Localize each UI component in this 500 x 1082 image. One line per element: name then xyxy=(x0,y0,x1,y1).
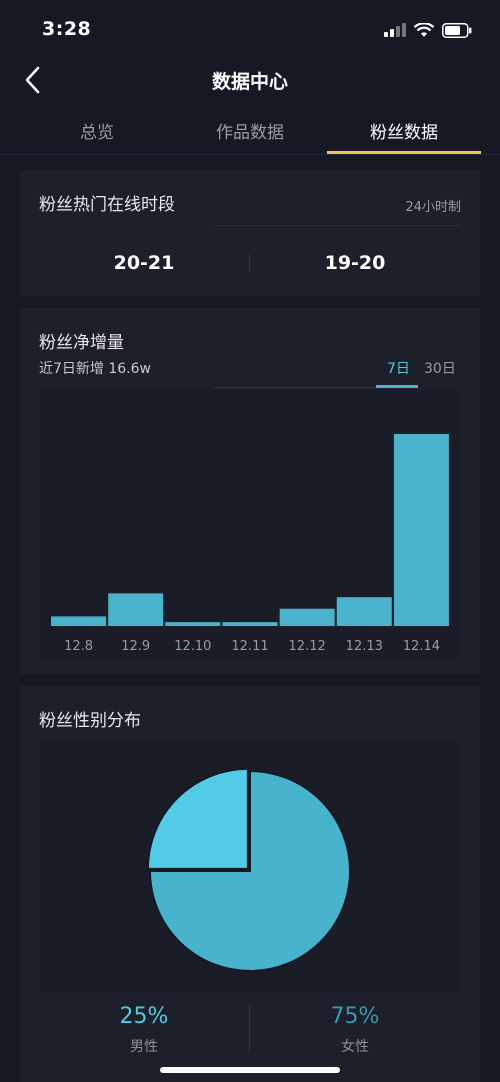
bar-12.11 xyxy=(222,622,278,626)
net-growth-card: 粉丝净增量 近7日新增 16.6w 7日 30日 12.8 12.9 12.10 12… xyxy=(20,308,480,674)
gender-card: 粉丝性别分布 25% 男性 75% 女性 xyxy=(20,686,480,1082)
pie-chart xyxy=(40,742,460,992)
status-time: 3:28 xyxy=(42,18,92,40)
status-icons xyxy=(384,20,472,40)
home-indicator xyxy=(160,1067,340,1073)
status-bar: 3:28 xyxy=(0,0,500,60)
bar-12.8 xyxy=(51,616,107,626)
x-tick-label: 12.10 xyxy=(174,639,211,654)
hour-format-hint: 24小时制 xyxy=(405,200,461,215)
divider xyxy=(214,225,460,226)
nav-bar: 数据中心 xyxy=(0,60,500,100)
male-label: 男性 xyxy=(130,1039,158,1055)
range-7-days[interactable]: 7日 xyxy=(387,358,410,378)
tab-overview[interactable]: 总览 xyxy=(14,118,180,143)
wifi-icon xyxy=(414,22,434,37)
divider xyxy=(249,254,250,272)
divider xyxy=(249,1004,250,1054)
net-growth-title: 粉丝净增量 xyxy=(39,333,124,353)
female-label: 女性 xyxy=(341,1039,369,1055)
tab-fans-data[interactable]: 粉丝数据 xyxy=(321,118,487,143)
x-tick-label: 12.11 xyxy=(231,639,268,654)
x-tick-label: 12.12 xyxy=(289,639,326,654)
bar-12.10 xyxy=(165,622,221,626)
online-slot-1: 20-21 xyxy=(113,252,175,274)
online-time-card: 粉丝热门在线时段 24小时制 20-21 19-20 xyxy=(20,170,480,296)
male-percent: 25% xyxy=(119,1004,169,1029)
bar-12.12 xyxy=(279,608,335,626)
online-time-title: 粉丝热门在线时段 xyxy=(39,195,175,215)
online-slot-2: 19-20 xyxy=(324,252,386,274)
tab-bar: 总览 作品数据 粉丝数据 xyxy=(0,112,500,155)
range-active-indicator xyxy=(376,385,418,388)
x-tick-label: 12.14 xyxy=(403,639,440,654)
page-title: 数据中心 xyxy=(211,71,288,93)
pie-slice-male xyxy=(146,767,249,870)
signal-icon xyxy=(384,23,406,37)
gender-title: 粉丝性别分布 xyxy=(39,711,141,731)
x-tick-label: 12.8 xyxy=(64,639,93,654)
bar-12.13 xyxy=(336,597,392,626)
battery-icon xyxy=(442,22,472,38)
x-tick-label: 12.13 xyxy=(346,639,383,654)
x-tick-label: 12.9 xyxy=(121,639,150,654)
bar-chart: 12.8 12.9 12.10 12.11 12.12 12.13 12.14 xyxy=(40,390,460,660)
female-percent: 75% xyxy=(330,1004,380,1029)
net-growth-subtitle: 近7日新增 16.6w xyxy=(39,361,151,377)
tab-active-indicator xyxy=(327,151,481,154)
range-30-days[interactable]: 30日 xyxy=(424,358,456,378)
bar-12.14 xyxy=(393,434,449,626)
bar-12.9 xyxy=(108,593,164,626)
tab-works-data[interactable]: 作品数据 xyxy=(167,118,333,143)
pie-chart-svg xyxy=(146,767,351,972)
bar-chart-svg: 12.8 12.9 12.10 12.11 12.12 12.13 12.14 xyxy=(51,434,449,654)
